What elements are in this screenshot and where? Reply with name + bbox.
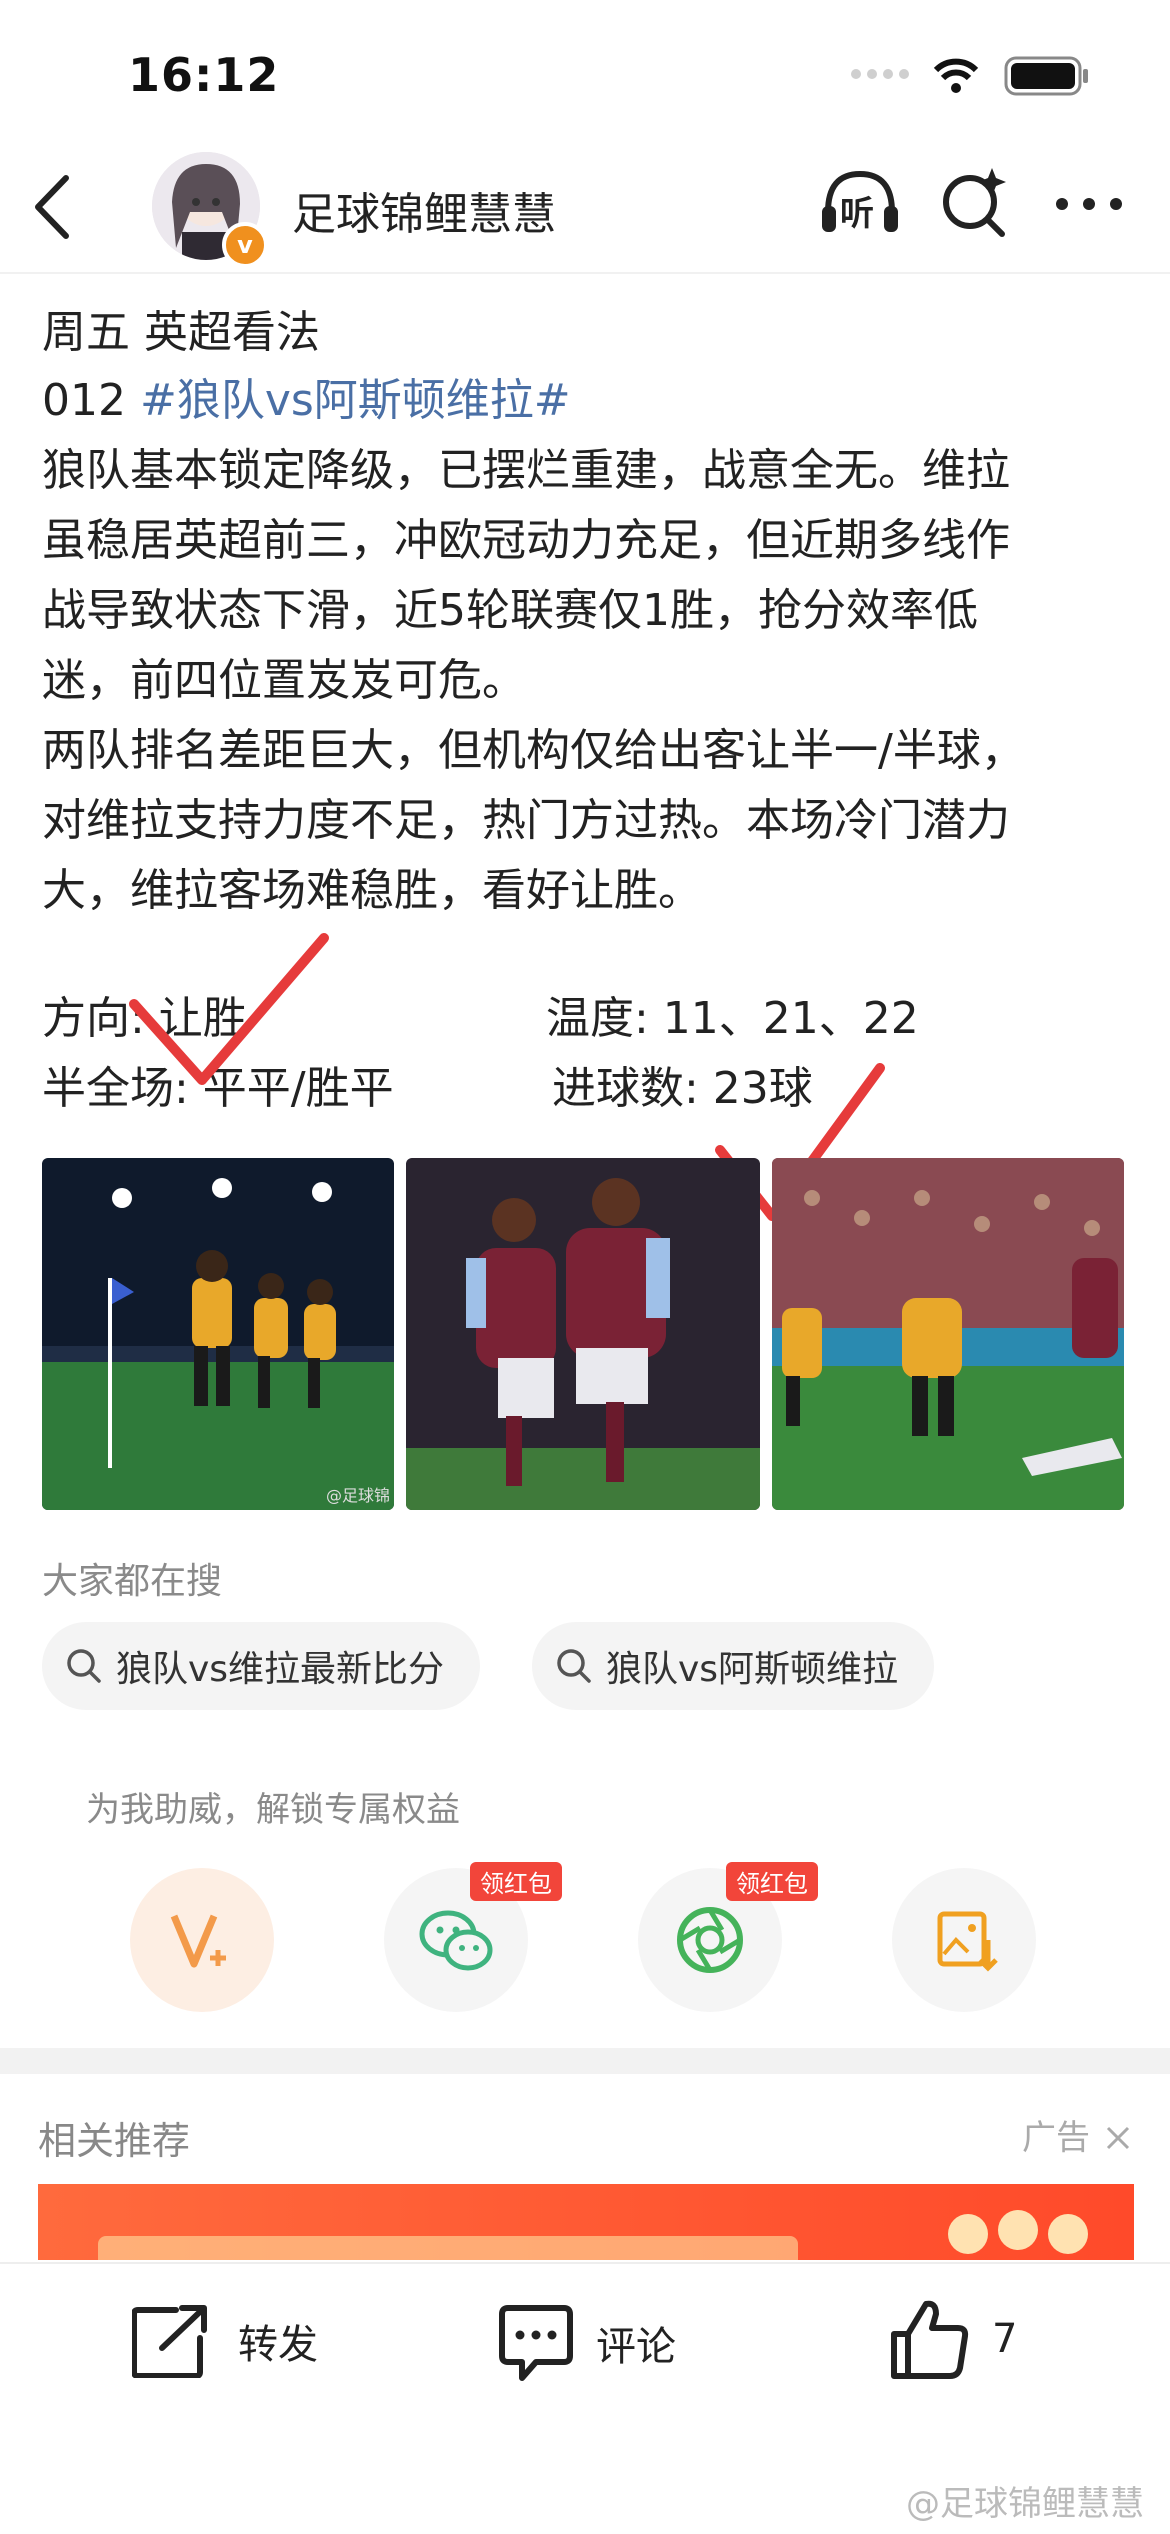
close-icon[interactable] xyxy=(1105,2125,1131,2151)
listen-label: 听 xyxy=(840,194,874,234)
search-suggestion[interactable]: 狼队vs维拉最新比分 xyxy=(42,1622,481,1710)
text-line: 对维拉支持力度不足，热门方过热。本场冷门潜力 xyxy=(42,795,1010,846)
share-label: 转发 xyxy=(238,2322,318,2368)
search-suggestion-label: 狼队vs维拉最新比分 xyxy=(116,1649,445,1690)
pick-goals: 进球数: 23球 xyxy=(552,1063,813,1114)
text-line: 狼队基本锁定降级，已摆烂重建，战意全无。维拉 xyxy=(42,445,1010,496)
topic-hashtag[interactable]: #狼队vs阿斯顿维拉# xyxy=(140,375,571,426)
comment-button[interactable]: 评论 xyxy=(498,2304,676,2382)
watermark: @足球锦鲤慧慧 xyxy=(906,2484,1144,2524)
pick-temperature: 温度: 11、21、22 xyxy=(546,993,919,1044)
related-title: 相关推荐 xyxy=(38,2119,191,2163)
save-image-icon xyxy=(937,1911,998,1972)
pick-halffull: 半全场: 平平/胜平 xyxy=(42,1063,394,1114)
ad-label[interactable]: 广告 xyxy=(1022,2110,1131,2159)
post-title: 周五 英超看法 xyxy=(42,307,320,358)
v-plus-icon xyxy=(170,1914,226,1968)
comment-icon xyxy=(499,2305,573,2381)
section-separator xyxy=(0,2048,1170,2074)
text-line: 迷，前四位置岌岌可危。 xyxy=(42,655,526,706)
post-number: 012 xyxy=(42,375,140,426)
pick-direction: 方向: 让胜 xyxy=(42,993,247,1044)
search-suggestion[interactable]: 狼队vs阿斯顿维拉 xyxy=(532,1622,935,1710)
wifi-icon xyxy=(933,58,979,93)
text-line: 虽稳居英超前三，冲欧冠动力充足，但近期多线作 xyxy=(42,515,1010,566)
ad-label-text: 广告 xyxy=(1022,2118,1090,2158)
listen-icon[interactable]: 听 xyxy=(818,160,902,244)
share-icon xyxy=(132,2305,207,2378)
red-packet-badge: 领红包 xyxy=(726,1862,818,1901)
image-watermark: @足球锦 xyxy=(325,1486,390,1505)
share-button[interactable]: 转发 xyxy=(132,2304,318,2378)
back-icon[interactable] xyxy=(30,172,74,242)
post-image-2[interactable] xyxy=(406,1158,760,1510)
like-button[interactable]: 7 xyxy=(890,2298,1017,2380)
battery-icon xyxy=(1004,56,1088,96)
verified-badge: v xyxy=(222,222,268,268)
search-icon xyxy=(557,1649,591,1683)
support-button[interactable] xyxy=(130,1868,274,2012)
text-line: 大，维拉客场难稳胜，看好让胜。 xyxy=(42,865,702,916)
comment-label: 评论 xyxy=(596,2324,676,2370)
post-paragraph-2: 两队排名差距巨大，但机构仅给出客让半一/半球， 对维拉支持力度不足，热门方过热。… xyxy=(42,716,1025,926)
post-image-3[interactable] xyxy=(772,1158,1124,1510)
search-icon xyxy=(67,1649,101,1683)
thumbs-up-icon xyxy=(891,2300,969,2379)
like-count: 7 xyxy=(992,2316,1018,2362)
username[interactable]: 足球锦鲤慧慧 xyxy=(292,178,556,242)
text-line: 两队排名差距巨大，但机构仅给出客让半一/半球， xyxy=(42,725,1025,776)
post-image-1[interactable]: @足球锦 xyxy=(42,1158,394,1510)
search-section-title: 大家都在搜 xyxy=(42,1561,223,1602)
support-text: 为我助威，解锁专属权益 xyxy=(86,1790,460,1830)
signal-icon xyxy=(851,69,909,79)
search-suggestion-label: 狼队vs阿斯顿维拉 xyxy=(606,1649,899,1690)
red-packet-badge: 领红包 xyxy=(470,1862,562,1901)
post-paragraph-1: 狼队基本锁定降级，已摆烂重建，战意全无。维拉 虽稳居英超前三，冲欧冠动力充足，但… xyxy=(42,436,1010,716)
more-icon[interactable] xyxy=(1054,196,1124,212)
text-line: 战导致状态下滑，近5轮联赛仅1胜，抢分效率低 xyxy=(42,585,978,636)
search-icon[interactable] xyxy=(940,164,1010,238)
header-divider xyxy=(0,272,1170,274)
ad-banner[interactable] xyxy=(38,2184,1134,2260)
status-time: 16:12 xyxy=(128,48,280,102)
save-image-button[interactable] xyxy=(892,1868,1036,2012)
post-topic-line: 012 #狼队vs阿斯顿维拉# xyxy=(42,366,571,436)
